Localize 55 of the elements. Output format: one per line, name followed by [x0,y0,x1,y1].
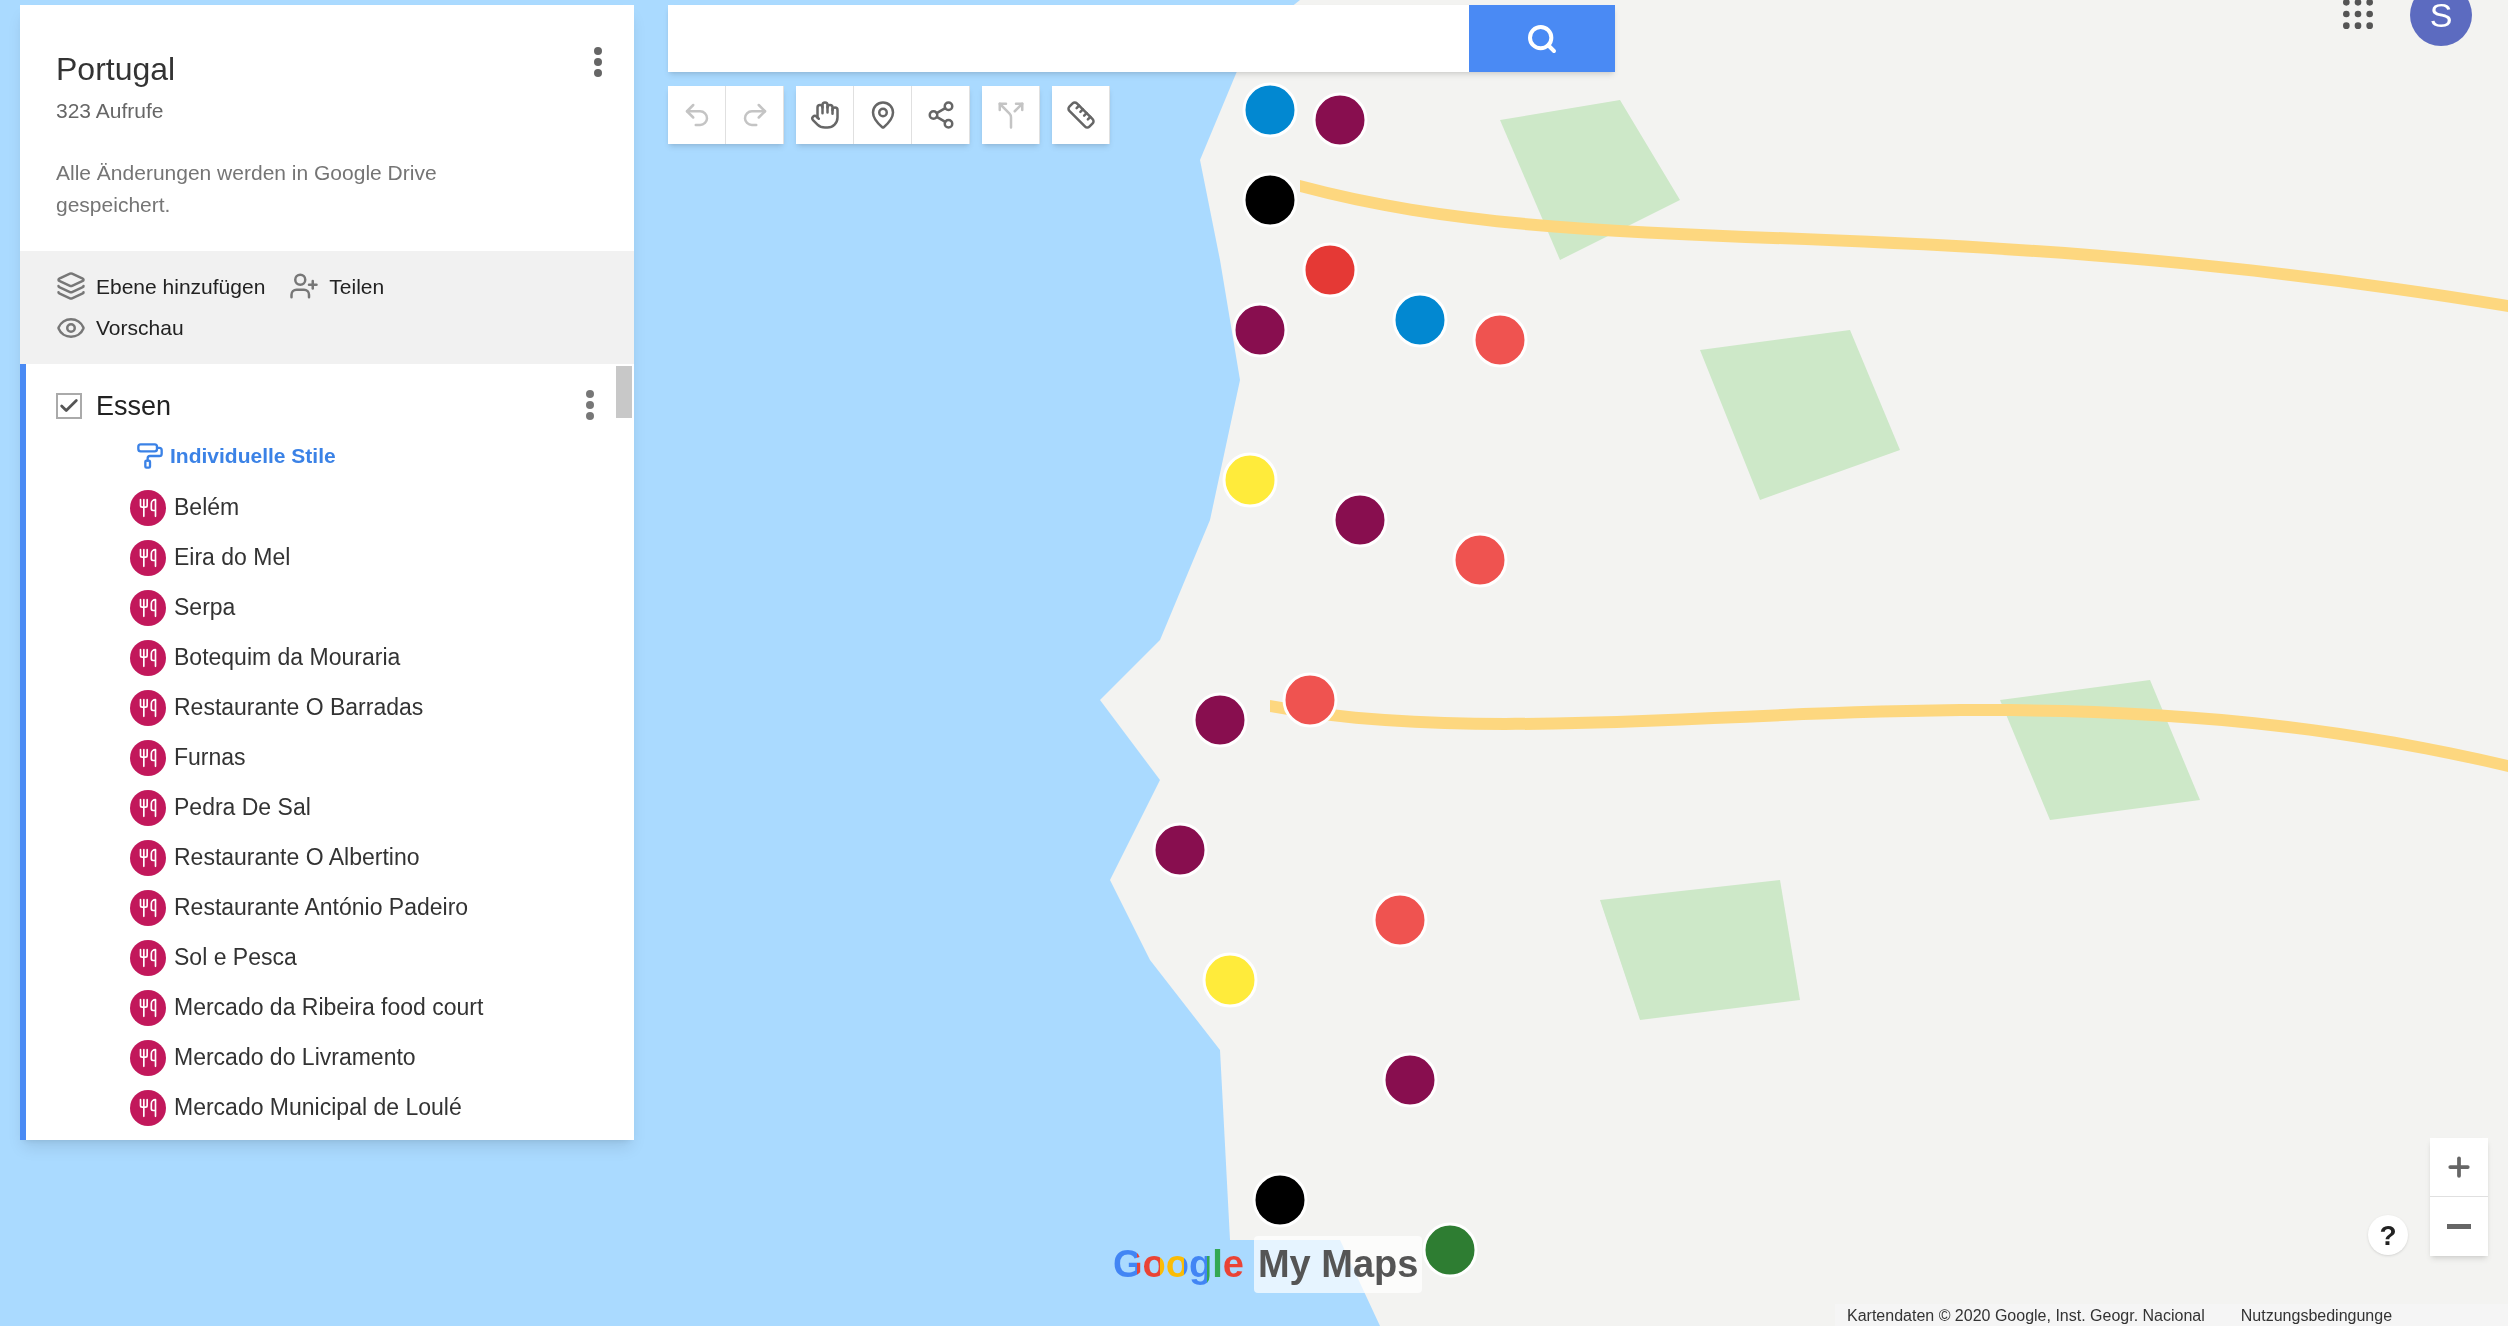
utensils-icon [138,797,158,818]
place-item[interactable]: Belém [174,490,240,525]
utensils-icon [138,1047,158,1068]
hand-button[interactable] [796,86,854,144]
terms-link[interactable]: Nutzungsbedingunge [2240,1304,2393,1326]
utensils-icon [138,947,158,968]
utensils-icon [138,647,158,668]
layers-icon [56,271,86,302]
place-item[interactable]: Restaurante António Padeiro [174,890,469,925]
vertical-dots-icon [594,47,602,77]
utensils-icon [138,847,158,868]
panel-action-button[interactable]: Vorschau [56,312,184,344]
map-attribution: Kartendaten © 2020 Google, Inst. Geogr. Nacional [1847,1306,2205,1326]
more-menu-button[interactable] [594,47,602,77]
utensils-icon [138,697,158,718]
utensils-icon [138,497,158,518]
place-item[interactable]: Mercado da Ribeira food court [174,990,484,1025]
place-item[interactable]: Serpa [174,590,236,625]
logo-product: My Maps [1253,1236,1423,1293]
layer-name: Essen [96,389,172,423]
map-title: Portugal [56,50,176,89]
ruler-button[interactable] [1052,86,1110,144]
utensils-icon [138,1097,158,1118]
utensils-icon [138,597,158,618]
search-field[interactable] [668,5,1615,72]
hand-icon [809,100,840,130]
panel-action-button[interactable]: Ebene hinzufügen [56,270,266,302]
place-item[interactable]: Sol e Pesca [174,940,297,975]
panel-action-button[interactable]: Teilen [289,270,385,302]
place-item[interactable]: Eira do Mel [174,540,291,575]
vertical-dots-icon [586,389,594,420]
place-item[interactable]: Pedra De Sal [174,790,311,825]
marker-button[interactable] [854,86,912,144]
style-link[interactable]: Individuelle Stile [170,440,336,472]
place-item[interactable]: Restaurante O Barradas [174,690,424,725]
place-item[interactable]: Furnas [174,740,246,775]
search-icon [1526,22,1558,55]
place-item[interactable]: Mercado do Livramento [174,1040,416,1075]
scrollbar-thumb[interactable] [616,365,632,418]
place-item[interactable]: Restaurante O Albertino [174,840,420,875]
layer-menu-button[interactable] [586,389,594,420]
place-item[interactable]: Botequim da Mouraria [174,640,401,675]
paint-roller-icon [136,441,164,470]
minus-icon [2447,1224,2471,1229]
save-notice: Alle Änderungen werden in Google Drive gespeichert. [56,159,438,218]
utensils-icon [138,747,158,768]
utensils-icon [138,547,158,568]
search-button[interactable] [1469,5,1615,72]
utensils-icon [138,997,158,1018]
utensils-icon [138,897,158,918]
place-item[interactable]: Mercado Municipal de Loulé [174,1090,462,1125]
view-count: 323 Aufrufe [56,98,165,124]
ruler-icon [1065,100,1096,130]
layer-checkbox[interactable] [56,392,82,419]
line-button[interactable] [912,86,970,144]
